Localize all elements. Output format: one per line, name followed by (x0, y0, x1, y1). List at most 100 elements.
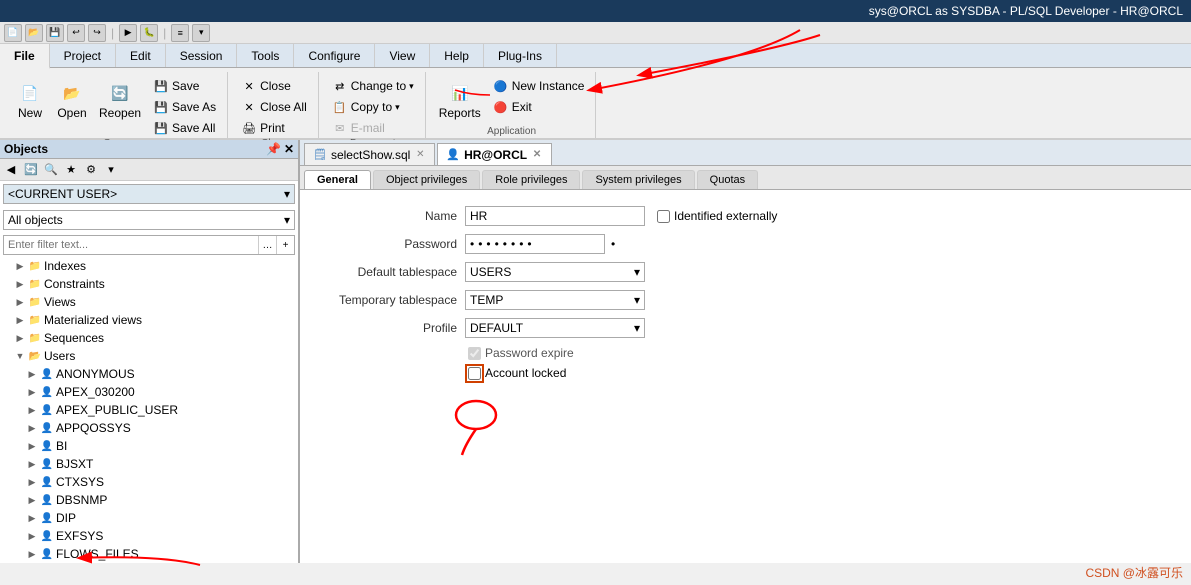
qa-config-btn[interactable]: ▾ (192, 24, 210, 42)
reopen-button[interactable]: 🔄 Reopen (94, 76, 146, 126)
password-input[interactable] (465, 234, 605, 254)
user-selector[interactable]: <CURRENT USER> ▾ (3, 184, 295, 204)
expand-apex-public[interactable]: ▶ (26, 404, 38, 416)
profile-select[interactable]: DEFAULT ▾ (465, 318, 645, 338)
reports-button[interactable]: 📊 Reports (434, 76, 486, 126)
open-button[interactable]: 📂 Open (52, 76, 92, 126)
hr-tab-close[interactable]: ✕ (531, 149, 543, 161)
close-button[interactable]: ✕ Close (236, 76, 312, 96)
tree-item-apex030200[interactable]: ▶ 👤 APEX_030200 (0, 383, 298, 401)
panel-filter-btn[interactable]: 🔍 (42, 161, 60, 179)
sql-tab-close[interactable]: ✕ (414, 149, 426, 161)
tab-help[interactable]: Help (430, 44, 484, 67)
expand-bjsxt[interactable]: ▶ (26, 458, 38, 470)
content-tab-general[interactable]: General (304, 170, 371, 189)
acct-locked-row: Account locked (320, 366, 1171, 380)
pw-expire-checkbox[interactable] (468, 347, 481, 360)
new-button[interactable]: 📄 New (10, 76, 50, 126)
filter-new-btn[interactable]: + (276, 236, 294, 254)
expand-exfsys[interactable]: ▶ (26, 530, 38, 542)
tree-item-constraints[interactable]: ▶ 📁 Constraints (0, 275, 298, 293)
expand-flows[interactable]: ▶ (26, 548, 38, 560)
doc-tab-sql[interactable]: 🗒 selectShow.sql ✕ (304, 143, 435, 165)
tree-item-dbsnmp[interactable]: ▶ 👤 DBSNMP (0, 491, 298, 509)
filter-input[interactable] (4, 237, 258, 253)
tree-item-mat-views[interactable]: ▶ 📁 Materialized views (0, 311, 298, 329)
filter-options-btn[interactable]: … (258, 236, 276, 254)
expand-indexes[interactable]: ▶ (14, 260, 26, 272)
tree-item-ctxsys[interactable]: ▶ 👤 CTXSYS (0, 473, 298, 491)
tab-configure[interactable]: Configure (294, 44, 375, 67)
tab-edit[interactable]: Edit (116, 44, 166, 67)
qa-run-btn[interactable]: ▶ (119, 24, 137, 42)
tree-item-apex-public[interactable]: ▶ 👤 APEX_PUBLIC_USER (0, 401, 298, 419)
content-tab-role-priv[interactable]: Role privileges (482, 170, 580, 189)
tree-item-flows-files[interactable]: ▶ 👤 FLOWS_FILES (0, 545, 298, 563)
tab-view[interactable]: View (375, 44, 430, 67)
tree-item-dip[interactable]: ▶ 👤 DIP (0, 509, 298, 527)
tree-item-appqossys[interactable]: ▶ 👤 APPQOSSYS (0, 419, 298, 437)
temp-ts-select[interactable]: TEMP ▾ (465, 290, 645, 310)
save-all-button[interactable]: 💾 Save All (148, 118, 221, 138)
save-button[interactable]: 💾 Save (148, 76, 221, 96)
tab-file[interactable]: File (0, 44, 50, 69)
tab-session[interactable]: Session (166, 44, 238, 67)
expand-users[interactable]: ▼ (14, 350, 26, 362)
print-button[interactable]: 🖨 Print (236, 118, 312, 138)
exit-button[interactable]: 🔴 Exit (488, 97, 590, 117)
qa-debug-btn[interactable]: 🐛 (140, 24, 158, 42)
tree-item-views[interactable]: ▶ 📁 Views (0, 293, 298, 311)
expand-bi[interactable]: ▶ (26, 440, 38, 452)
tree-item-indexes[interactable]: ▶ 📁 Indexes (0, 257, 298, 275)
acct-locked-checkbox[interactable] (468, 367, 481, 380)
content-tab-sys-priv[interactable]: System privileges (582, 170, 694, 189)
expand-sequences[interactable]: ▶ (14, 332, 26, 344)
tree-item-anonymous[interactable]: ▶ 👤 ANONYMOUS (0, 365, 298, 383)
new-instance-button[interactable]: 🔵 New Instance (488, 76, 590, 96)
tab-project[interactable]: Project (50, 44, 116, 67)
name-input[interactable] (465, 206, 645, 226)
expand-mat-views[interactable]: ▶ (14, 314, 26, 326)
tree-item-users[interactable]: ▼ 📂 Users (0, 347, 298, 365)
tree-item-sequences[interactable]: ▶ 📁 Sequences (0, 329, 298, 347)
obj-type-selector[interactable]: All objects ▾ (3, 210, 295, 230)
expand-constraints[interactable]: ▶ (14, 278, 26, 290)
copy-to-button[interactable]: 📋 Copy to ▾ (327, 97, 419, 117)
default-ts-select[interactable]: USERS ▾ (465, 262, 645, 282)
panel-close-btn[interactable]: ✕ (284, 142, 294, 156)
panel-refresh-btn[interactable]: 🔄 (22, 161, 40, 179)
panel-bookmark-btn[interactable]: ★ (62, 161, 80, 179)
expand-views[interactable]: ▶ (14, 296, 26, 308)
panel-more-btn[interactable]: ▾ (102, 161, 120, 179)
content-tab-obj-priv[interactable]: Object privileges (373, 170, 480, 189)
expand-apex[interactable]: ▶ (26, 386, 38, 398)
panel-back-btn[interactable]: ◀ (2, 161, 20, 179)
qa-new-btn[interactable]: 📄 (4, 24, 22, 42)
qa-undo-btn[interactable]: ↩ (67, 24, 85, 42)
save-as-button[interactable]: 💾 Save As (148, 97, 221, 117)
content-tab-quotas[interactable]: Quotas (697, 170, 758, 189)
qa-redo-btn[interactable]: ↪ (88, 24, 106, 42)
expand-dbsnmp[interactable]: ▶ (26, 494, 38, 506)
tree-item-bjsxt[interactable]: ▶ 👤 BJSXT (0, 455, 298, 473)
panel-settings-btn[interactable]: ⚙ (82, 161, 100, 179)
email-button[interactable]: ✉ E-mail (327, 118, 419, 138)
change-to-button[interactable]: ⇄ Change to ▾ (327, 76, 419, 96)
close-all-button[interactable]: ✕ Close All (236, 97, 312, 117)
tab-tools[interactable]: Tools (237, 44, 294, 67)
tab-plugins[interactable]: Plug-Ins (484, 44, 557, 67)
new-icon: 📄 (19, 82, 41, 104)
expand-ctxsys[interactable]: ▶ (26, 476, 38, 488)
identified-ext-checkbox[interactable] (657, 210, 670, 223)
tree-item-bi[interactable]: ▶ 👤 BI (0, 437, 298, 455)
expand-dip[interactable]: ▶ (26, 512, 38, 524)
tree-item-exfsys[interactable]: ▶ 👤 EXFSYS (0, 527, 298, 545)
qa-open-btn[interactable]: 📂 (25, 24, 43, 42)
qa-misc-btn[interactable]: ≡ (171, 24, 189, 42)
ribbon-content: 📄 New 📂 Open 🔄 Reopen 💾 Save (0, 68, 1191, 138)
qa-save-btn[interactable]: 💾 (46, 24, 64, 42)
doc-tab-hr[interactable]: 👤 HR@ORCL ✕ (437, 143, 552, 165)
panel-pin-btn[interactable]: 📌 (266, 142, 281, 156)
expand-anonymous[interactable]: ▶ (26, 368, 38, 380)
expand-appqossys[interactable]: ▶ (26, 422, 38, 434)
